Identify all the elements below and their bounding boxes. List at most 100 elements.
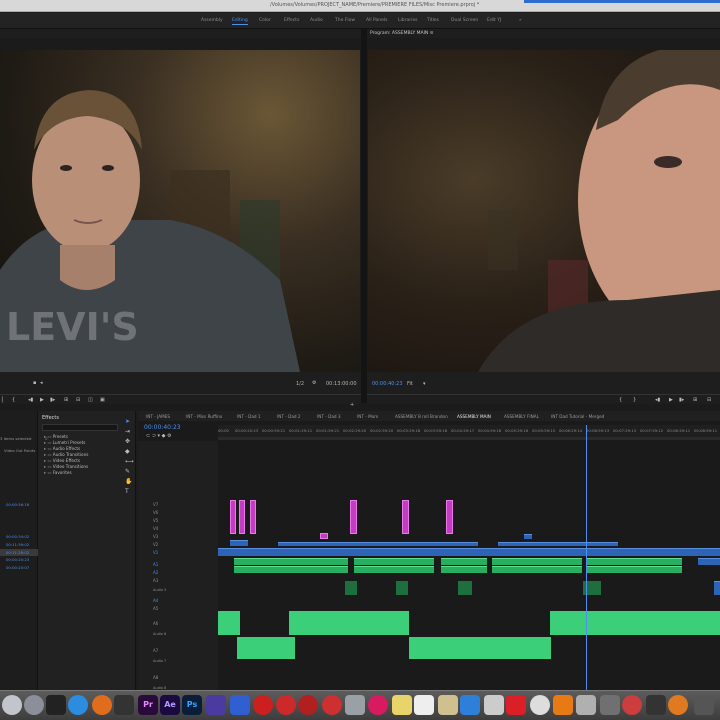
- track-name[interactable]: V1: [153, 550, 158, 555]
- music-clip[interactable]: [550, 611, 720, 635]
- program-timecode[interactable]: 00:00:40:23: [372, 381, 403, 387]
- work-area-bar[interactable]: [218, 437, 720, 440]
- system-preferences-icon[interactable]: [576, 695, 596, 715]
- video-clip[interactable]: [230, 500, 236, 534]
- workspace-editing[interactable]: Editing: [232, 18, 248, 25]
- app-icon[interactable]: [298, 695, 318, 715]
- track-name[interactable]: V6: [153, 510, 158, 515]
- program-step-back-icon[interactable]: ◂▮: [655, 397, 660, 403]
- tab-assembly-b-roll[interactable]: ASSEMBLY B roll Brandon: [395, 414, 448, 419]
- app-store-icon[interactable]: [460, 695, 480, 715]
- track-name[interactable]: A4: [153, 598, 158, 603]
- effects-item-video-effects[interactable]: Video Effects: [44, 458, 80, 463]
- slip-tool-icon[interactable]: ⟷: [125, 458, 134, 465]
- track-name[interactable]: V2: [153, 542, 158, 547]
- audio-clip[interactable]: [458, 581, 472, 595]
- tab-int-mom[interactable]: INT - Mom: [357, 414, 378, 419]
- source-button-editor-icon[interactable]: ▣: [100, 397, 105, 403]
- effects-item-audio-effects[interactable]: Audio Effects: [44, 446, 80, 451]
- safari-icon[interactable]: [68, 695, 88, 715]
- panel-menu-icon[interactable]: ≡: [430, 31, 434, 36]
- music-clip[interactable]: [237, 637, 295, 659]
- creative-cloud-icon[interactable]: [506, 695, 526, 715]
- effects-item-video-transitions[interactable]: Video Transitions: [44, 464, 89, 469]
- app-icon[interactable]: [484, 695, 504, 715]
- audio-clip[interactable]: [586, 566, 682, 573]
- effects-search-input[interactable]: ⌕: [42, 424, 118, 442]
- music-clip[interactable]: [409, 637, 551, 659]
- program-mark-out-icon[interactable]: }: [633, 397, 636, 403]
- video-clip[interactable]: [239, 500, 245, 534]
- app-icon[interactable]: [230, 695, 250, 715]
- left-timecode[interactable]: 00:00:20:07: [6, 565, 29, 570]
- music-clip[interactable]: [289, 611, 409, 635]
- track-name[interactable]: A5: [153, 606, 158, 611]
- source-step-fwd-icon[interactable]: ▮▸: [50, 397, 55, 403]
- video-clip[interactable]: [524, 534, 532, 539]
- video-clip[interactable]: [278, 542, 478, 546]
- app-icon[interactable]: [600, 695, 620, 715]
- program-lift-icon[interactable]: ⊞: [693, 397, 697, 403]
- tab-assembly-final[interactable]: ASSEMBLY FINAL: [504, 414, 539, 419]
- app-icon[interactable]: [206, 695, 226, 715]
- app-icon[interactable]: [530, 695, 550, 715]
- playhead[interactable]: [586, 425, 587, 690]
- audio-clip-alt[interactable]: [698, 558, 720, 565]
- music-clip[interactable]: [218, 611, 240, 635]
- track-name[interactable]: A3: [153, 578, 158, 583]
- left-timecode[interactable]: 00:00:34:02: [6, 534, 29, 539]
- app-icon[interactable]: [668, 695, 688, 715]
- audio-clip[interactable]: [492, 566, 582, 573]
- workspace-the-flow[interactable]: The Flow: [335, 18, 355, 23]
- track-name[interactable]: A7: [153, 648, 158, 653]
- app-icon[interactable]: [276, 695, 296, 715]
- program-panel-title[interactable]: Program: ASSEMBLY MAIN: [370, 31, 428, 36]
- audio-clip[interactable]: [345, 581, 357, 595]
- audio-clip[interactable]: [441, 566, 487, 573]
- track-select-tool-icon[interactable]: ⇥: [125, 428, 130, 435]
- video-clip[interactable]: [350, 500, 357, 534]
- program-zoom-chevron-icon[interactable]: ▾: [423, 381, 426, 387]
- program-scrubber[interactable]: [367, 394, 720, 395]
- track-name[interactable]: V3: [153, 534, 158, 539]
- source-export-frame-icon[interactable]: ◫: [88, 397, 93, 403]
- source-monitor-video[interactable]: LEVI'S: [0, 50, 360, 372]
- hand-tool-icon[interactable]: ✋: [125, 478, 132, 485]
- app-icon[interactable]: [646, 695, 666, 715]
- workspace-color[interactable]: Color: [259, 18, 271, 23]
- program-mark-in-icon[interactable]: {: [619, 397, 622, 403]
- source-play-icon[interactable]: ▶: [40, 397, 44, 403]
- program-step-fwd-icon[interactable]: ▮▸: [679, 397, 684, 403]
- app-icon[interactable]: [414, 695, 434, 715]
- source-wrench-icon[interactable]: ⚙: [312, 380, 316, 386]
- add-panel-icon[interactable]: +: [350, 402, 354, 408]
- audio-clip[interactable]: [354, 566, 434, 573]
- track-name[interactable]: A1: [153, 562, 158, 567]
- tab-int-dad-2[interactable]: INT - Dad 2: [277, 414, 301, 419]
- video-clip[interactable]: [446, 500, 453, 534]
- video-clip[interactable]: [402, 500, 409, 534]
- type-tool-icon[interactable]: T: [125, 488, 129, 495]
- after-effects-icon[interactable]: Ae: [160, 695, 180, 715]
- timeline-timecode[interactable]: 00:00:40:23: [144, 424, 181, 431]
- ripple-edit-tool-icon[interactable]: ✥: [125, 438, 130, 445]
- source-goto-in-icon[interactable]: {: [12, 397, 15, 403]
- snap-icon[interactable]: ⊂ ⊃ ▾ ◆ ⚙: [146, 433, 172, 439]
- program-play-icon[interactable]: ▶: [669, 397, 673, 403]
- premiere-pro-icon[interactable]: Pr: [138, 695, 158, 715]
- source-in-icon[interactable]: ◂: [40, 380, 43, 386]
- source-step-back-icon[interactable]: ◂▮: [28, 397, 33, 403]
- tab-int-dad-3[interactable]: INT - Dad 3: [317, 414, 341, 419]
- trash-icon[interactable]: [694, 695, 714, 715]
- audio-clip[interactable]: [586, 558, 682, 565]
- left-timecode[interactable]: 00:00:20:23: [6, 557, 29, 562]
- workspace-effects[interactable]: Effects: [284, 18, 299, 23]
- source-insert-icon[interactable]: ⊞: [64, 397, 68, 403]
- photoshop-icon[interactable]: Ps: [182, 695, 202, 715]
- v1-clip-sequence[interactable]: [218, 548, 720, 556]
- track-name[interactable]: A6: [153, 621, 158, 626]
- track-name[interactable]: A2: [153, 570, 158, 575]
- effects-panel-title[interactable]: Effects: [42, 415, 59, 421]
- effects-item-audio-transitions[interactable]: Audio Transitions: [44, 452, 89, 457]
- workspace-overflow-icon[interactable]: »: [519, 18, 522, 23]
